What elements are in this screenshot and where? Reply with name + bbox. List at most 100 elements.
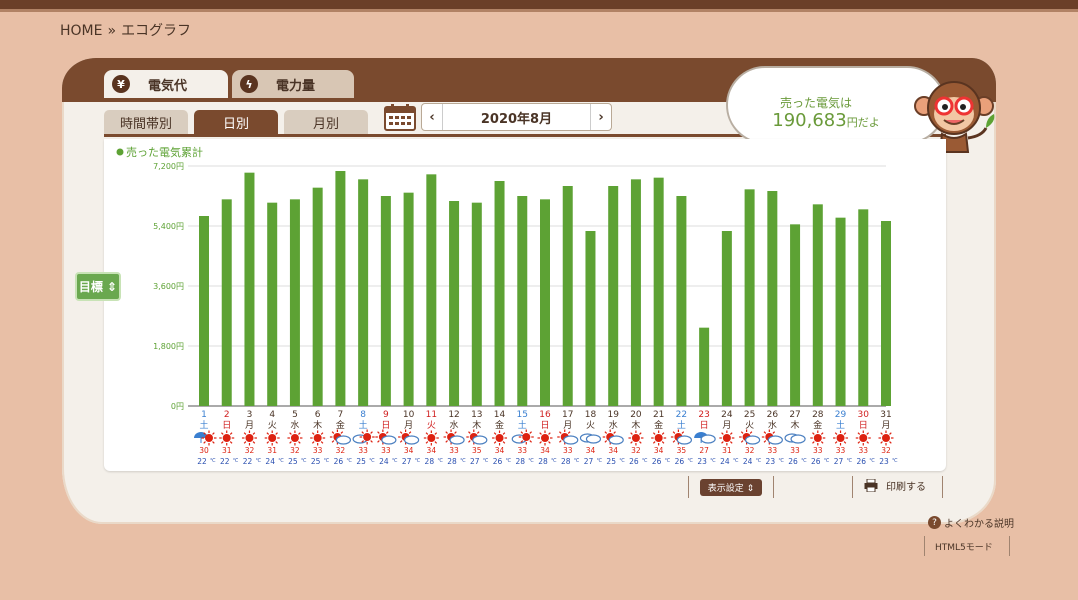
temp-low: 28 (515, 457, 525, 466)
temp-high: 33 (768, 446, 778, 455)
x-tick-weekday: 日 (540, 420, 549, 431)
sun-ray (385, 431, 389, 434)
help-label: よくわかる説明 (944, 519, 1014, 530)
sun-ray (377, 431, 380, 434)
sun-icon (722, 434, 731, 442)
sun-icon (859, 434, 868, 442)
bar (790, 224, 801, 406)
temp-high: 34 (586, 446, 596, 455)
x-tick-day: 22 (676, 410, 687, 420)
bar (449, 201, 460, 406)
print-button[interactable]: 印刷する (864, 478, 926, 493)
subtab-hourly[interactable]: 時間帯別 (104, 110, 188, 135)
footer-divider (924, 536, 925, 556)
sun-icon (313, 434, 322, 442)
x-tick-weekday: 火 (745, 420, 754, 431)
temp-unit: ℃ (483, 458, 489, 464)
temp-unit: ℃ (847, 458, 853, 464)
sun-icon (245, 434, 254, 442)
help-link[interactable]: ? よくわかる説明 (928, 515, 1014, 530)
bar (380, 196, 391, 406)
x-tick-weekday: 木 (313, 419, 322, 431)
sun-ray (320, 432, 324, 435)
bar (653, 177, 664, 406)
temp-high: 32 (336, 446, 346, 455)
prev-month-button[interactable]: ‹ (422, 104, 443, 130)
subtab-monthly[interactable]: 月別 (284, 110, 368, 135)
bar (471, 202, 482, 406)
goal-button[interactable]: 目標 ⇕ (75, 272, 121, 301)
footer-divider (942, 476, 943, 498)
x-tick-day: 4 (269, 410, 275, 420)
x-tick-day: 31 (880, 410, 891, 420)
x-tick-weekday: 火 (586, 420, 595, 431)
x-tick-day: 24 (721, 410, 733, 420)
cloud-icon (608, 435, 624, 445)
temp-unit: ℃ (528, 458, 534, 464)
sun-ray (399, 431, 403, 434)
sun-icon (427, 434, 436, 442)
sun-ray (866, 441, 869, 444)
sun-ray (266, 441, 270, 444)
temp-low: 24 (720, 457, 730, 466)
sun-ray (243, 441, 247, 444)
temp-high: 32 (881, 446, 891, 455)
x-tick-weekday: 金 (495, 419, 504, 431)
sun-ray (476, 431, 480, 434)
bar (199, 216, 209, 406)
calendar-icon[interactable] (384, 104, 416, 131)
temp-high: 31 (722, 446, 732, 455)
temp-unit: ℃ (369, 458, 375, 464)
sun-ray (493, 441, 497, 444)
temp-low: 24 (379, 457, 389, 466)
bar (312, 187, 323, 406)
x-tick-day: 3 (247, 410, 253, 420)
breadcrumb-home[interactable]: HOME (60, 23, 102, 39)
sun-icon (363, 433, 372, 441)
x-tick-weekday: 土 (518, 419, 527, 431)
cloud-icon (676, 435, 693, 445)
temp-high: 34 (495, 446, 505, 455)
temp-high: 33 (858, 446, 868, 455)
tab-electricity-cost[interactable]: ¥ 電気代 (104, 70, 228, 98)
temp-high: 33 (449, 446, 459, 455)
tab-electric-energy[interactable]: ϟ 電力量 (232, 70, 354, 98)
sun-icon (495, 434, 504, 442)
sun-ray (652, 441, 656, 444)
temp-high: 33 (813, 446, 823, 455)
cloud-icon (585, 434, 602, 444)
temp-unit: ℃ (574, 458, 580, 464)
sun-ray (889, 432, 892, 435)
html5-mode-link[interactable]: HTML5モード (935, 540, 993, 553)
x-tick-day: 1 (201, 410, 207, 420)
next-month-button[interactable]: › (590, 104, 611, 130)
bar (767, 191, 778, 406)
sun-ray (229, 441, 233, 444)
sun-icon (813, 434, 822, 442)
sun-ray (445, 431, 448, 434)
subtab-daily[interactable]: 日別 (194, 110, 278, 135)
y-tick-label: 1,800円 (153, 342, 184, 351)
temp-unit: ℃ (642, 458, 648, 464)
display-settings-button[interactable]: 表示設定 ⇕ (700, 479, 762, 496)
x-tick-weekday: 月 (563, 420, 572, 431)
temp-unit: ℃ (596, 458, 602, 464)
bar (289, 199, 300, 406)
sun-ray (468, 440, 471, 443)
x-tick-weekday: 木 (472, 419, 481, 431)
sun-ray (539, 441, 542, 444)
sun-ray (298, 432, 301, 435)
temp-low: 28 (538, 457, 548, 466)
x-tick-weekday: 土 (199, 419, 208, 431)
sun-ray (377, 440, 380, 443)
sun-ray (681, 431, 685, 434)
x-tick-weekday: 日 (222, 420, 231, 431)
temp-high: 33 (358, 446, 368, 455)
x-tick-weekday: 日 (859, 420, 868, 431)
temp-unit: ℃ (710, 458, 716, 464)
sun-ray (493, 432, 497, 435)
top-border (0, 0, 1078, 9)
temp-low: 26 (811, 457, 821, 466)
temp-unit: ℃ (506, 458, 512, 464)
bar (244, 172, 255, 406)
